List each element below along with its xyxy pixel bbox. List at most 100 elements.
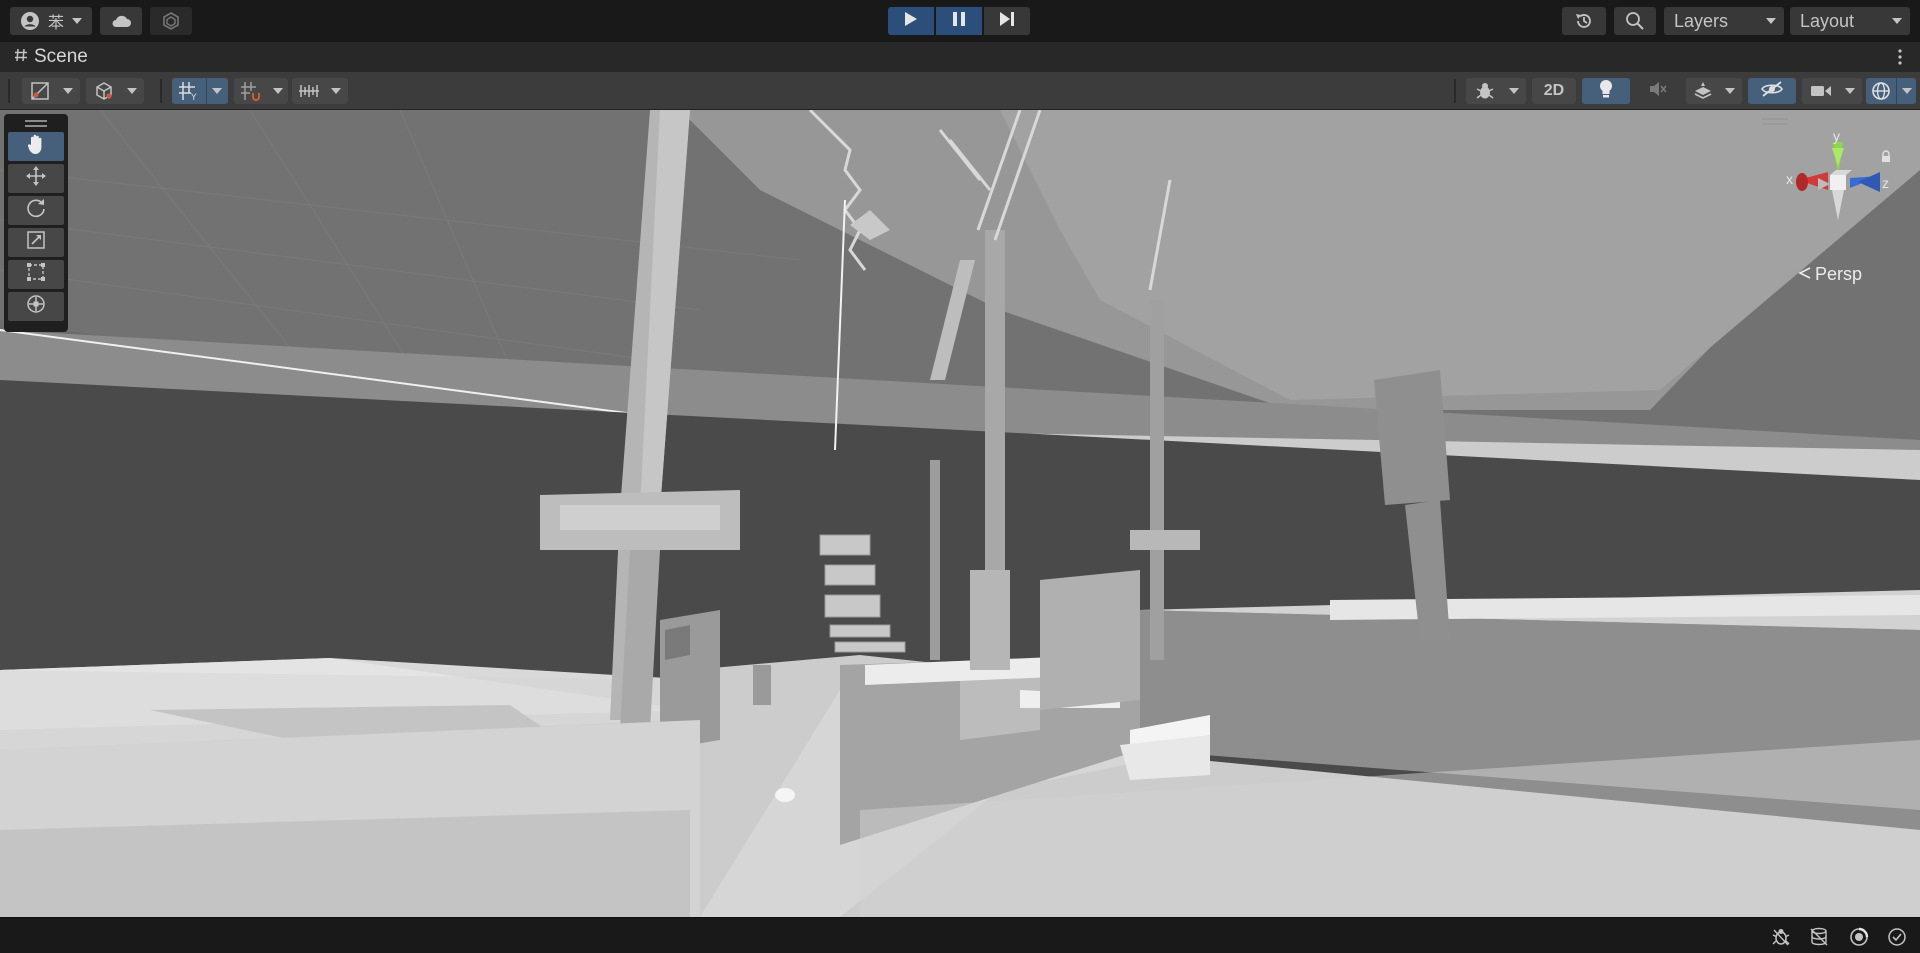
scene-tab-label: Scene [34,46,88,67]
chevron-down-icon [211,88,222,94]
gizmos-dropdown[interactable] [1866,78,1916,104]
axis-gizmo-icon: x y z [1786,128,1890,220]
step-icon [999,11,1015,32]
ruler-icon [292,78,326,104]
eye-hidden-icon [1760,80,1784,103]
more-options-icon[interactable] [1898,48,1902,66]
unity-version-control-icon [161,11,181,31]
increment-snap-dropdown[interactable] [292,78,348,104]
bug-icon [1466,78,1504,104]
2d-mode-toggle[interactable]: 2D [1532,78,1576,104]
status-bar [0,917,1920,953]
rect-tool-button[interactable] [8,260,64,289]
rotate-icon [25,197,47,224]
scene-hash-icon [14,46,28,68]
scale-icon [25,229,47,256]
checkmark-circle-icon[interactable] [1886,926,1908,948]
search-button[interactable] [1614,7,1656,35]
chevron-down-icon [1725,88,1735,94]
chevron-down-icon [71,18,82,24]
search-icon [1625,11,1645,31]
chevron-down-icon [1766,18,1776,24]
account-icon [20,11,40,31]
gizmo-axis-z-label: z [1882,175,1889,191]
projection-label: Persp [1815,264,1863,284]
chevron-down-icon [331,88,341,94]
progress-indicator-icon[interactable] [1848,926,1870,948]
account-initial: 苯 [47,15,64,32]
draw-mode-icon [22,78,58,104]
grid-visibility-toggle[interactable]: Y [172,78,228,104]
audio-muted-icon [1648,80,1668,103]
layers-stack-icon [1686,78,1720,104]
render-mode-dropdown[interactable] [86,78,144,104]
snap-grid-icon [234,78,268,104]
toolbar-divider [1454,79,1456,103]
toolbar-divider [8,79,10,103]
scene-view-toolbar: Y 2D [0,72,1920,110]
rotate-tool-button[interactable] [8,196,64,225]
chevron-down-icon [1892,18,1902,24]
chevron-down-icon [63,88,73,94]
move-arrows-icon [25,165,47,192]
layers-dropdown[interactable]: Layers [1664,7,1784,35]
scene-render [0,110,1920,917]
svg-text:Y: Y [190,93,197,101]
layout-dropdown[interactable]: Layout [1790,7,1910,35]
move-tool-button[interactable] [8,164,64,193]
scene-visibility-toggle[interactable] [1748,78,1796,104]
chevron-down-icon [1509,88,1519,94]
draw-mode-dropdown[interactable] [22,78,80,104]
cloud-button[interactable] [100,7,142,35]
gizmo-globe-icon [1866,78,1896,104]
step-button[interactable] [984,7,1030,35]
projection-toggle[interactable]: Persp [1798,264,1862,285]
pause-button[interactable] [936,7,982,35]
cache-server-icon[interactable] [1808,926,1830,948]
debug-off-icon[interactable] [1770,926,1792,948]
tools-palette [4,114,68,332]
pause-icon [952,11,966,32]
collab-button[interactable] [150,7,192,35]
history-icon [1574,11,1594,31]
toolbar-divider [160,79,162,103]
gizmo-axis-x-label: x [1786,171,1793,187]
chevron-down-icon [273,88,283,94]
orientation-gizmo[interactable]: x y z Persp [1770,120,1920,290]
cloud-icon [110,14,132,28]
transform-tool-button[interactable] [8,292,64,321]
undo-history-button[interactable] [1562,7,1606,35]
account-dropdown[interactable]: 苯 [10,7,92,35]
audio-toggle[interactable] [1636,78,1680,104]
play-button[interactable] [888,7,934,35]
debug-draw-dropdown[interactable] [1466,78,1526,104]
rect-transform-icon [25,261,47,288]
scene-camera-dropdown[interactable] [1802,78,1862,104]
chevron-down-icon [1901,88,1912,94]
playmode-controls [888,7,1030,35]
lock-icon [1882,150,1890,162]
layout-label: Layout [1800,10,1855,31]
scene-viewport[interactable]: x y z Persp [0,110,1920,917]
scene-tab-bar: Scene [0,42,1920,72]
perspective-chevron-icon [1798,264,1812,285]
grid-icon: Y [172,78,206,104]
scale-tool-button[interactable] [8,228,64,257]
view-tool-button[interactable] [8,132,64,161]
chevron-down-icon [127,88,137,94]
camera-icon [1802,78,1840,104]
play-icon [904,11,918,32]
lightbulb-icon [1598,79,1614,104]
grid-snapping-toggle[interactable] [234,78,288,104]
palette-grip-handle[interactable] [8,118,64,128]
layers-label: Layers [1674,10,1729,31]
chevron-down-icon [1845,88,1855,94]
hand-icon [25,133,47,160]
effects-dropdown[interactable] [1686,78,1742,104]
tab-scene[interactable]: Scene [14,46,88,68]
main-toolbar: 苯 Layers Layout [0,0,1920,42]
lighting-toggle[interactable] [1582,78,1630,104]
2d-label: 2D [1543,82,1565,99]
cube-icon [86,78,122,104]
transform-icon [25,293,47,320]
